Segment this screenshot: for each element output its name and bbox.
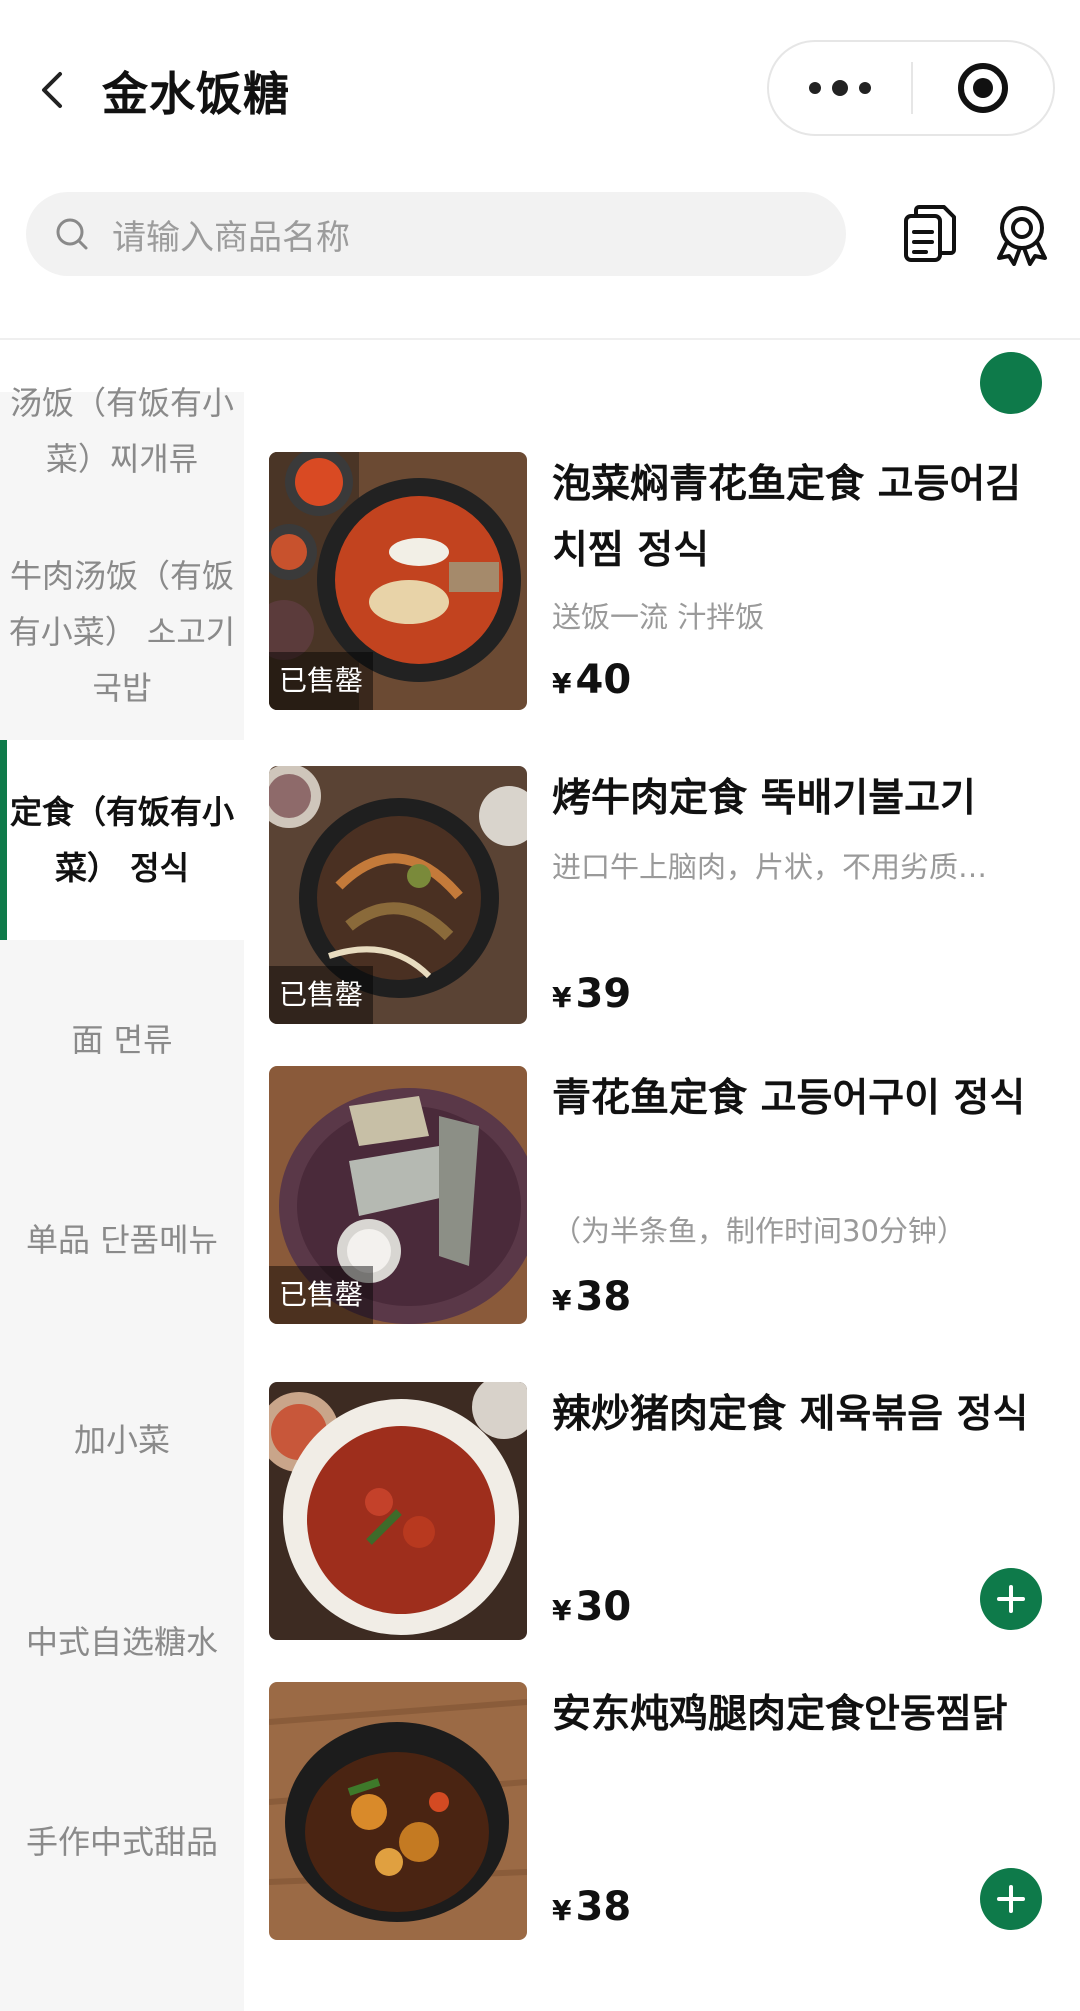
product-image: 已售罄 [269,452,527,710]
price-value: 38 [575,1274,632,1320]
plus-icon [997,1585,1025,1613]
sidebar-item-noodles[interactable]: 面 면류 [0,940,244,1140]
category-sidebar: 汤饭（有饭有小菜）찌개류 牛肉汤饭（有饭有小菜） 소고기국밥 定食（有饭有小菜）… [0,384,244,2011]
orders-button[interactable] [896,200,964,268]
sidebar-item-label: 汤饭（有饭有小菜）찌개류 [9,384,234,478]
sidebar-item-stew-rice[interactable]: 汤饭（有饭有小菜）찌개류 [0,346,244,516]
chevron-left-icon [42,72,62,108]
price-value: 38 [575,1884,632,1930]
product-name: 辣炒猪肉定食 제육볶음 정식 [552,1392,1029,1437]
sidebar-item-label: 加小菜 [73,1421,170,1459]
plus-icon [997,1885,1025,1913]
sidebar-item-label: 手作中式甜品 [25,1823,218,1861]
sidebar-item-label: 单品 단품메뉴 [26,1221,218,1259]
add-to-cart-button[interactable] [980,1868,1042,1930]
add-to-cart-button[interactable] [980,352,1042,414]
award-badge-icon [997,206,1047,266]
price-value: 39 [575,971,632,1017]
back-button[interactable] [32,62,72,118]
currency-symbol: ¥ [552,1284,572,1317]
sidebar-item-desserts[interactable]: 手作中式甜品 [0,1742,244,1942]
sidebar-item-label: 面 면류 [71,1021,173,1059]
product-price: ¥40 [552,657,631,703]
currency-symbol: ¥ [552,1894,572,1927]
currency-symbol: ¥ [552,981,572,1014]
sold-out-badge: 已售罄 [269,1266,374,1324]
product-name: 青花鱼定食 고등어구이 정식 [552,1076,1026,1121]
search-bar[interactable]: 请输入商品名称 [26,192,846,276]
product-desc: 送饭一流 汁拌饭 [552,600,765,634]
search-icon [56,218,88,250]
product-price: ¥38 [552,1884,631,1930]
document-icon [904,205,956,262]
product-price: ¥39 [552,971,631,1017]
product-card[interactable]: 辣炒猪肉定食 제육볶음 정식 ¥30 [244,1382,1080,1640]
product-price: ¥38 [552,1274,631,1320]
sidebar-item-side-dishes[interactable]: 加小菜 [0,1340,244,1540]
sidebar-item-label: 中式自选糖水 [25,1623,218,1661]
active-indicator [0,740,7,940]
product-desc: （为半条鱼，制作时间30分钟） [552,1214,966,1248]
sidebar-item-beef-soup-rice[interactable]: 牛肉汤饭（有饭有小菜） 소고기국밥 [0,532,244,732]
sidebar-item-sweet-soup[interactable]: 中式自选糖水 [0,1542,244,1742]
product-image [269,1382,527,1640]
nav-header: 金水饭糖 [0,0,1080,180]
product-image [269,1682,527,1940]
sidebar-item-label: 定食（有饭有小菜） 정식 [9,793,234,887]
product-card[interactable]: 已售罄 泡菜焖青花鱼定食 고등어김치찜 정식 送饭一流 汁拌饭 ¥40 [244,452,1080,710]
target-icon [958,63,1008,113]
sold-out-badge: 已售罄 [269,652,374,710]
member-button[interactable] [988,200,1056,268]
product-price: ¥30 [552,1584,631,1630]
add-to-cart-button[interactable] [980,1568,1042,1630]
product-image: 已售罄 [269,1066,527,1324]
sidebar-item-label: 牛肉汤饭（有饭有小菜） 소고기국밥 [8,557,236,707]
currency-symbol: ¥ [552,1594,572,1627]
currency-symbol: ¥ [552,667,572,700]
price-value: 30 [575,1584,632,1630]
product-card[interactable]: 已售罄 烤牛肉定食 뚝배기불고기 进口牛上脑肉，片状，不用劣质… ¥39 [244,766,1080,1024]
product-desc: 进口牛上脑肉，片状，不用劣质… [552,850,988,884]
product-card[interactable]: 安东炖鸡腿肉定食안동찜닭 ¥38 [244,1682,1080,1940]
product-card[interactable]: 已售罄 青花鱼定食 고등어구이 정식 （为半条鱼，制作时间30分钟） ¥38 [244,1066,1080,1324]
sold-out-badge: 已售罄 [269,966,374,1024]
page-title: 金水饭糖 [102,67,290,121]
sidebar-item-set-meal[interactable]: 定食（有饭有小菜） 정식 [0,740,244,940]
mini-program-capsule [767,40,1055,136]
search-input[interactable]: 请输入商品名称 [112,210,350,259]
product-name: 泡菜焖青花鱼定食 고등어김치찜 정식 [552,462,1022,573]
product-name: 烤牛肉定食 뚝배기불고기 [552,776,976,821]
more-button[interactable] [769,42,911,134]
product-list: 已售罄 泡菜焖青花鱼定食 고등어김치찜 정식 送饭一流 汁拌饭 ¥40 已售罄 … [244,352,1080,2011]
sidebar-item-single-dish[interactable]: 单品 단품메뉴 [0,1140,244,1340]
close-button[interactable] [913,42,1053,134]
price-value: 40 [575,657,632,703]
product-image: 已售罄 [269,766,527,1024]
header-divider [0,338,1080,340]
more-dots-icon [809,80,871,96]
product-name: 安东炖鸡腿肉定食안동찜닭 [552,1692,1008,1737]
